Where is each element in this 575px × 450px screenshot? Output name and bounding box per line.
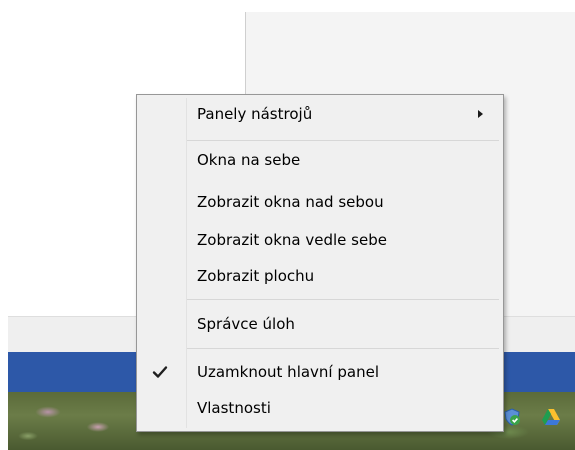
menu-separator — [187, 348, 499, 349]
menu-item-label: Panely nástrojů — [197, 105, 313, 123]
menu-item-task-manager[interactable]: Správce úloh — [139, 309, 501, 340]
shield-check-icon[interactable] — [503, 408, 521, 426]
menu-item-label: Zobrazit okna nad sebou — [197, 193, 384, 211]
menu-separator — [187, 299, 499, 300]
checkmark-icon — [151, 363, 169, 381]
menu-item-label: Správce úloh — [197, 315, 295, 333]
menu-item-toolbars[interactable]: Panely nástrojů — [139, 99, 501, 130]
menu-item-label: Zobrazit plochu — [197, 267, 315, 285]
taskbar-context-menu: Panely nástrojů Okna na sebe Zobrazit ok… — [136, 94, 504, 432]
menu-item-show-desktop[interactable]: Zobrazit plochu — [139, 261, 501, 292]
menu-item-properties[interactable]: Vlastnosti — [139, 393, 501, 424]
submenu-arrow-icon — [478, 110, 483, 118]
menu-separator — [187, 140, 499, 141]
menu-item-show-windows-stacked[interactable]: Zobrazit okna nad sebou — [139, 187, 501, 218]
menu-item-label: Okna na sebe — [197, 151, 301, 169]
google-drive-icon[interactable] — [541, 408, 560, 426]
menu-item-label: Zobrazit okna vedle sebe — [197, 231, 387, 249]
menu-item-lock-taskbar[interactable]: Uzamknout hlavní panel — [139, 357, 501, 388]
menu-item-label: Uzamknout hlavní panel — [197, 363, 379, 381]
menu-item-show-windows-side-by-side[interactable]: Zobrazit okna vedle sebe — [139, 225, 501, 256]
menu-item-cascade-windows[interactable]: Okna na sebe — [139, 145, 501, 176]
menu-item-label: Vlastnosti — [197, 399, 271, 417]
